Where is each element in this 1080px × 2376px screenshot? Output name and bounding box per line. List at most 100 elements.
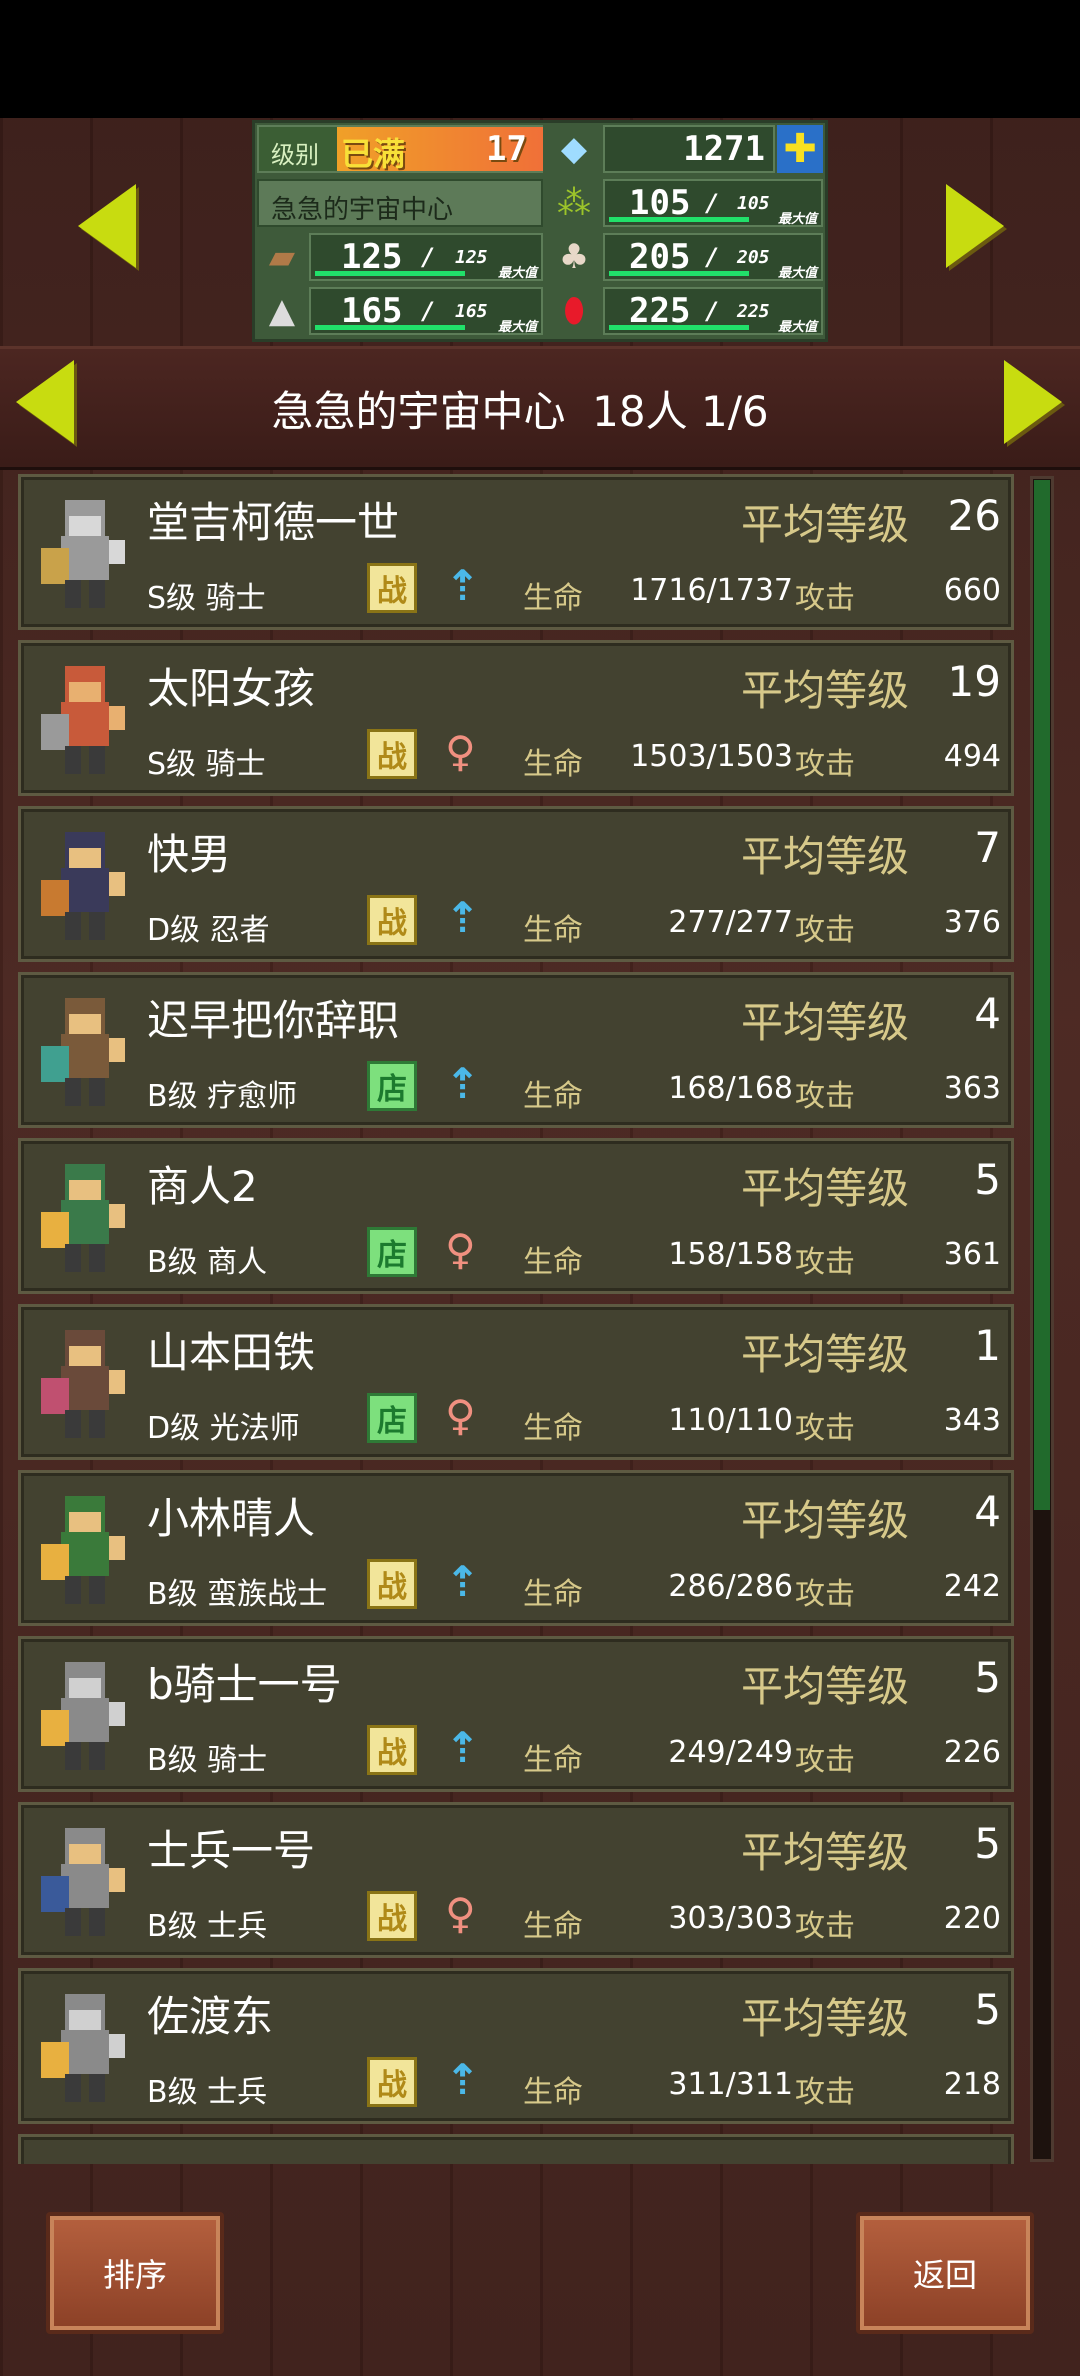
back-button[interactable]: 返回 [856,2212,1034,2334]
member-level: 5 [974,1819,1001,1868]
member-level: 19 [947,657,1001,706]
ruby-icon: ⬮ [563,291,585,331]
member-atk: 242 [943,1569,1001,1604]
atk-label: 攻击 [795,1909,855,1944]
male-icon: ⇡ [445,893,481,942]
member-class: B级 疗愈师 [147,1079,298,1114]
wood-log-icon: ▰ [268,237,296,277]
member-atk: 343 [943,1403,1001,1438]
slash: / [421,243,436,271]
wood-max: 125 [455,247,488,268]
atk-label: 攻击 [795,1411,855,1446]
hp-label: 生命 [523,581,583,616]
character-sprite-icon [29,819,141,949]
fight-tag-icon: 战 [367,895,417,945]
fight-tag-icon: 战 [367,1559,417,1609]
member-row[interactable]: 商人2 平均等级 5 B级 商人 店 ♀ 生命 158/158 攻击 361 [18,1138,1014,1294]
ore-icon: ▲ [268,291,296,331]
diamond-icon: ◆ [560,129,588,169]
avg-level-label: 平均等级 [741,1164,910,1213]
scrollbar-thumb[interactable] [1034,480,1050,1510]
character-sprite-icon [29,985,141,1115]
town-name-cell: 急急的宇宙中心 [257,179,543,227]
member-name: 太阳女孩 [147,664,316,713]
member-name: b骑士一号 [147,1660,342,1709]
grass-cell: 105 / 105 最大值 [603,179,823,227]
member-row[interactable]: 快男 平均等级 7 D级 忍者 战 ⇡ 生命 277/277 攻击 376 [18,806,1014,962]
member-row[interactable]: 小林晴人 平均等级 4 B级 蛮族战士 战 ⇡ 生命 286/286 攻击 242 [18,1470,1014,1626]
food-bar [609,271,749,276]
member-atk: 494 [943,739,1001,774]
slash: / [705,297,720,325]
ruby-max: 225 [737,301,770,322]
member-row[interactable]: b骑士一号 平均等级 5 B级 骑士 战 ⇡ 生命 249/249 攻击 226 [18,1636,1014,1792]
atk-label: 攻击 [795,2075,855,2110]
grass-max: 105 [737,193,770,214]
ore-max: 165 [455,301,488,322]
title-count: 18人 [592,387,688,436]
level-cell: 级别 已满 17 [257,125,543,173]
male-icon: ⇡ [445,1723,481,1772]
hp-label: 生命 [523,1909,583,1944]
member-row[interactable]: 堂吉柯德一世 平均等级 26 S级 骑士 战 ⇡ 生命 1716/1737 攻击 660 [18,474,1014,630]
hp-label: 生命 [523,1245,583,1280]
ruby-max-label: 最大值 [777,320,817,335]
member-hp: 110/110 [668,1403,793,1438]
member-level: 5 [974,1985,1001,2034]
member-hp: 1503/1503 [630,739,793,774]
member-level: 5 [974,1653,1001,1702]
member-name: 佐渡东 [147,1992,274,2041]
slash: / [421,297,436,325]
add-gems-button[interactable]: ✚ [777,125,823,173]
level-label: 级别 [271,141,319,169]
atk-label: 攻击 [795,1743,855,1778]
member-atk: 220 [943,1901,1001,1936]
hp-label: 生命 [523,1079,583,1114]
prev-town-arrow-icon[interactable] [78,184,136,268]
member-name: 小林晴人 [147,1494,316,1543]
food-cell: 205 / 205 最大值 [603,233,823,281]
hp-label: 生命 [523,2075,583,2110]
member-row[interactable]: 迟早把你辞职 平均等级 4 B级 疗愈师 店 ⇡ 生命 168/168 攻击 363 [18,972,1014,1128]
member-name: 迟早把你辞职 [147,996,400,1045]
character-sprite-icon [29,1317,141,1447]
female-icon: ♀ [445,727,476,776]
food-max: 205 [737,247,770,268]
member-list[interactable]: 堂吉柯德一世 平均等级 26 S级 骑士战 ⇡ 生命 1716/1737 攻击 660 太阳女孩平… [18,474,1058,2164]
title-town: 急急的宇宙中心 [271,387,566,436]
member-row[interactable]: 佐渡东 平均等级 5 B级 士兵 战 ⇡ 生命 311/311 攻击 218 [18,1968,1014,2124]
male-icon: ⇡ [445,561,481,610]
member-level: 4 [974,1487,1001,1536]
avg-level-label: 平均等级 [741,1828,910,1877]
member-row[interactable]: 士兵一号 平均等级 5 B级 士兵 战 ♀ 生命 303/303 攻击 220 [18,1802,1014,1958]
member-row[interactable]: 太阳女孩 平均等级 19 S级 骑士 战 ♀ 生命 1503/1503 攻击 494 [18,640,1014,796]
sort-button[interactable]: 排序 [46,2212,224,2334]
character-sprite-icon [29,653,141,783]
member-atk: 226 [943,1735,1001,1770]
member-hp: 286/286 [668,1569,793,1604]
fight-tag-icon: 战 [367,1725,417,1775]
member-level: 4 [974,989,1001,1038]
member-row[interactable]: 山本田铁 平均等级 1 D级 光法师 店 ♀ 生命 110/110 攻击 343 [18,1304,1014,1460]
atk-label: 攻击 [795,913,855,948]
member-hp: 303/303 [668,1901,793,1936]
atk-label: 攻击 [795,581,855,616]
shop-tag-icon: 店 [367,1227,417,1277]
male-icon: ⇡ [445,2055,481,2104]
member-level: 5 [974,1155,1001,1204]
title-page: 1/6 [700,387,769,436]
wood-cell: 125 / 125 最大值 [309,233,543,281]
member-row-partial[interactable] [18,2134,1014,2164]
ore-max-label: 最大值 [497,320,537,335]
member-class: D级 光法师 [147,1411,300,1446]
avg-level-label: 平均等级 [741,500,910,549]
ruby-bar [609,325,749,330]
next-town-arrow-icon[interactable] [946,184,1004,268]
member-class: S级 骑士 [147,581,266,616]
avg-level-label: 平均等级 [741,666,910,715]
character-sprite-icon [29,1981,141,2111]
gem-cell: 1271 [603,125,775,173]
member-class: B级 商人 [147,1245,268,1280]
fight-tag-icon: 战 [367,729,417,779]
male-icon: ⇡ [445,1059,481,1108]
